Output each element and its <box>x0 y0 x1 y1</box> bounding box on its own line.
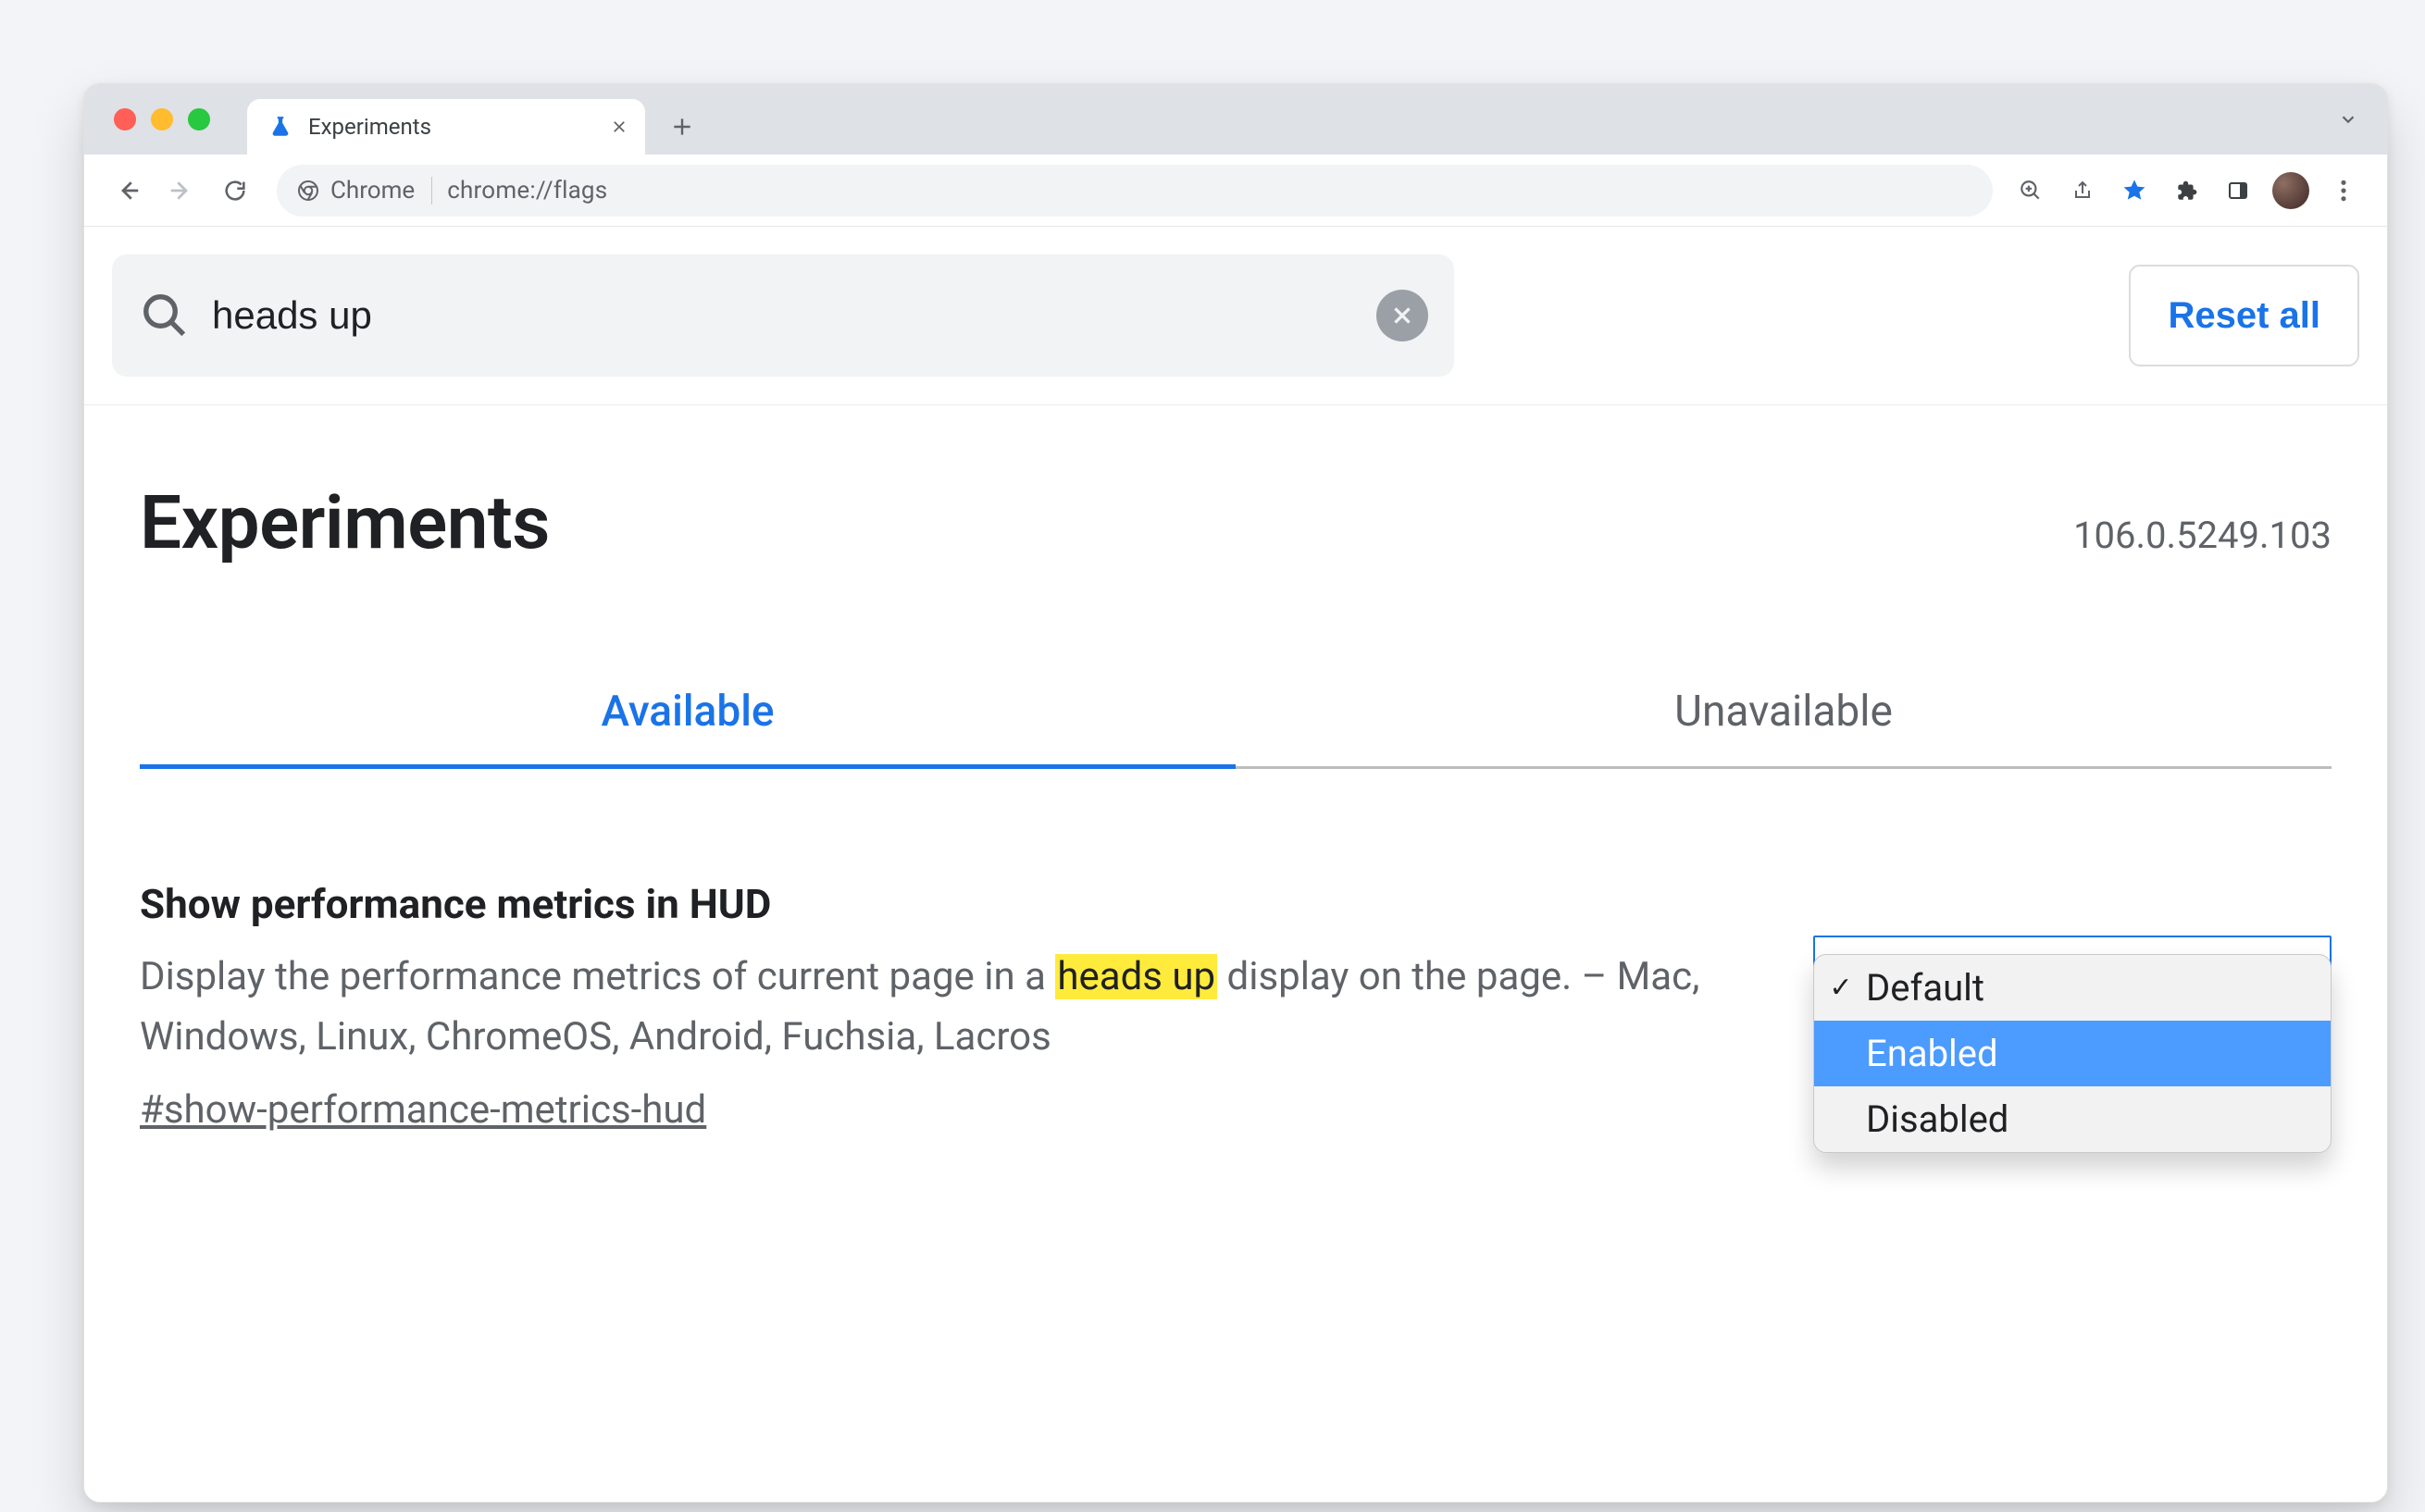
window-minimize-button[interactable] <box>151 108 173 130</box>
page-content: Reset all Experiments 106.0.5249.103 Ava… <box>84 227 2387 1502</box>
search-box[interactable] <box>112 254 1454 377</box>
toolbar-right <box>2006 166 2369 216</box>
tab-title: Experiments <box>308 114 591 140</box>
window-maximize-button[interactable] <box>188 108 210 130</box>
flag-anchor-link[interactable]: #show-performance-metrics-hud <box>140 1087 706 1133</box>
version-label: 106.0.5249.103 <box>2073 514 2332 557</box>
omnibox-url: chrome://flags <box>447 177 607 204</box>
site-chip-label: Chrome <box>330 177 415 204</box>
kebab-menu-icon[interactable] <box>2319 166 2369 216</box>
option-enabled-label: Enabled <box>1866 1032 1998 1075</box>
option-enabled[interactable]: Enabled <box>1814 1021 2331 1086</box>
bookmark-star-icon[interactable] <box>2109 166 2159 216</box>
flag-title: Show performance metrics in HUD <box>140 880 1758 928</box>
share-icon[interactable] <box>2058 166 2108 216</box>
search-row: Reset all <box>84 227 2387 405</box>
reset-all-label: Reset all <box>2168 295 2320 337</box>
tab-unavailable-label: Unavailable <box>1674 687 1893 737</box>
tab-unavailable[interactable]: Unavailable <box>1236 687 2332 769</box>
zoom-icon[interactable] <box>2006 166 2056 216</box>
tab-list-button[interactable] <box>2332 103 2365 136</box>
flag-select[interactable]: ✓ Default Enabled Disabled <box>1813 954 2332 1153</box>
option-default[interactable]: ✓ Default <box>1814 955 2331 1021</box>
flag-tabs: Available Unavailable <box>140 687 2332 769</box>
profile-avatar[interactable] <box>2272 172 2309 209</box>
toolbar: Chrome chrome://flags <box>84 155 2387 227</box>
reset-all-button[interactable]: Reset all <box>2129 265 2359 366</box>
flag-text: Show performance metrics in HUD Display … <box>140 880 1758 1133</box>
chrome-icon <box>297 180 319 202</box>
tab-strip: Experiments <box>84 84 2387 155</box>
browser-window: Experiments <box>83 83 2388 1503</box>
clear-search-icon[interactable] <box>1376 290 1428 341</box>
omnibox[interactable]: Chrome chrome://flags <box>277 165 1993 217</box>
tab-available-label: Available <box>601 687 774 737</box>
flag-description: Display the performance metrics of curre… <box>140 947 1758 1067</box>
page-header: Experiments 106.0.5249.103 <box>84 405 2387 566</box>
back-button[interactable] <box>103 166 153 216</box>
window-close-button[interactable] <box>114 108 136 130</box>
search-input[interactable] <box>212 293 1354 338</box>
option-disabled[interactable]: Disabled <box>1814 1086 2331 1152</box>
dropdown-menu: ✓ Default Enabled Disabled <box>1813 954 2332 1153</box>
search-icon <box>140 291 190 341</box>
reload-button[interactable] <box>210 166 260 216</box>
extensions-icon[interactable] <box>2161 166 2211 216</box>
flag-item: Show performance metrics in HUD Display … <box>140 880 2332 1153</box>
site-chip: Chrome <box>297 177 432 204</box>
forward-button[interactable] <box>156 166 206 216</box>
option-default-label: Default <box>1866 966 1984 1010</box>
window-controls <box>103 108 247 155</box>
highlight: heads up <box>1055 954 1217 999</box>
new-tab-button[interactable] <box>662 106 703 147</box>
page-title: Experiments <box>140 479 550 566</box>
flask-icon <box>267 114 293 140</box>
side-panel-icon[interactable] <box>2213 166 2263 216</box>
browser-tab[interactable]: Experiments <box>247 99 645 155</box>
check-icon: ✓ <box>1827 972 1855 1004</box>
option-disabled-label: Disabled <box>1866 1097 2008 1141</box>
tab-close-icon[interactable] <box>606 114 632 140</box>
tab-available[interactable]: Available <box>140 687 1236 769</box>
